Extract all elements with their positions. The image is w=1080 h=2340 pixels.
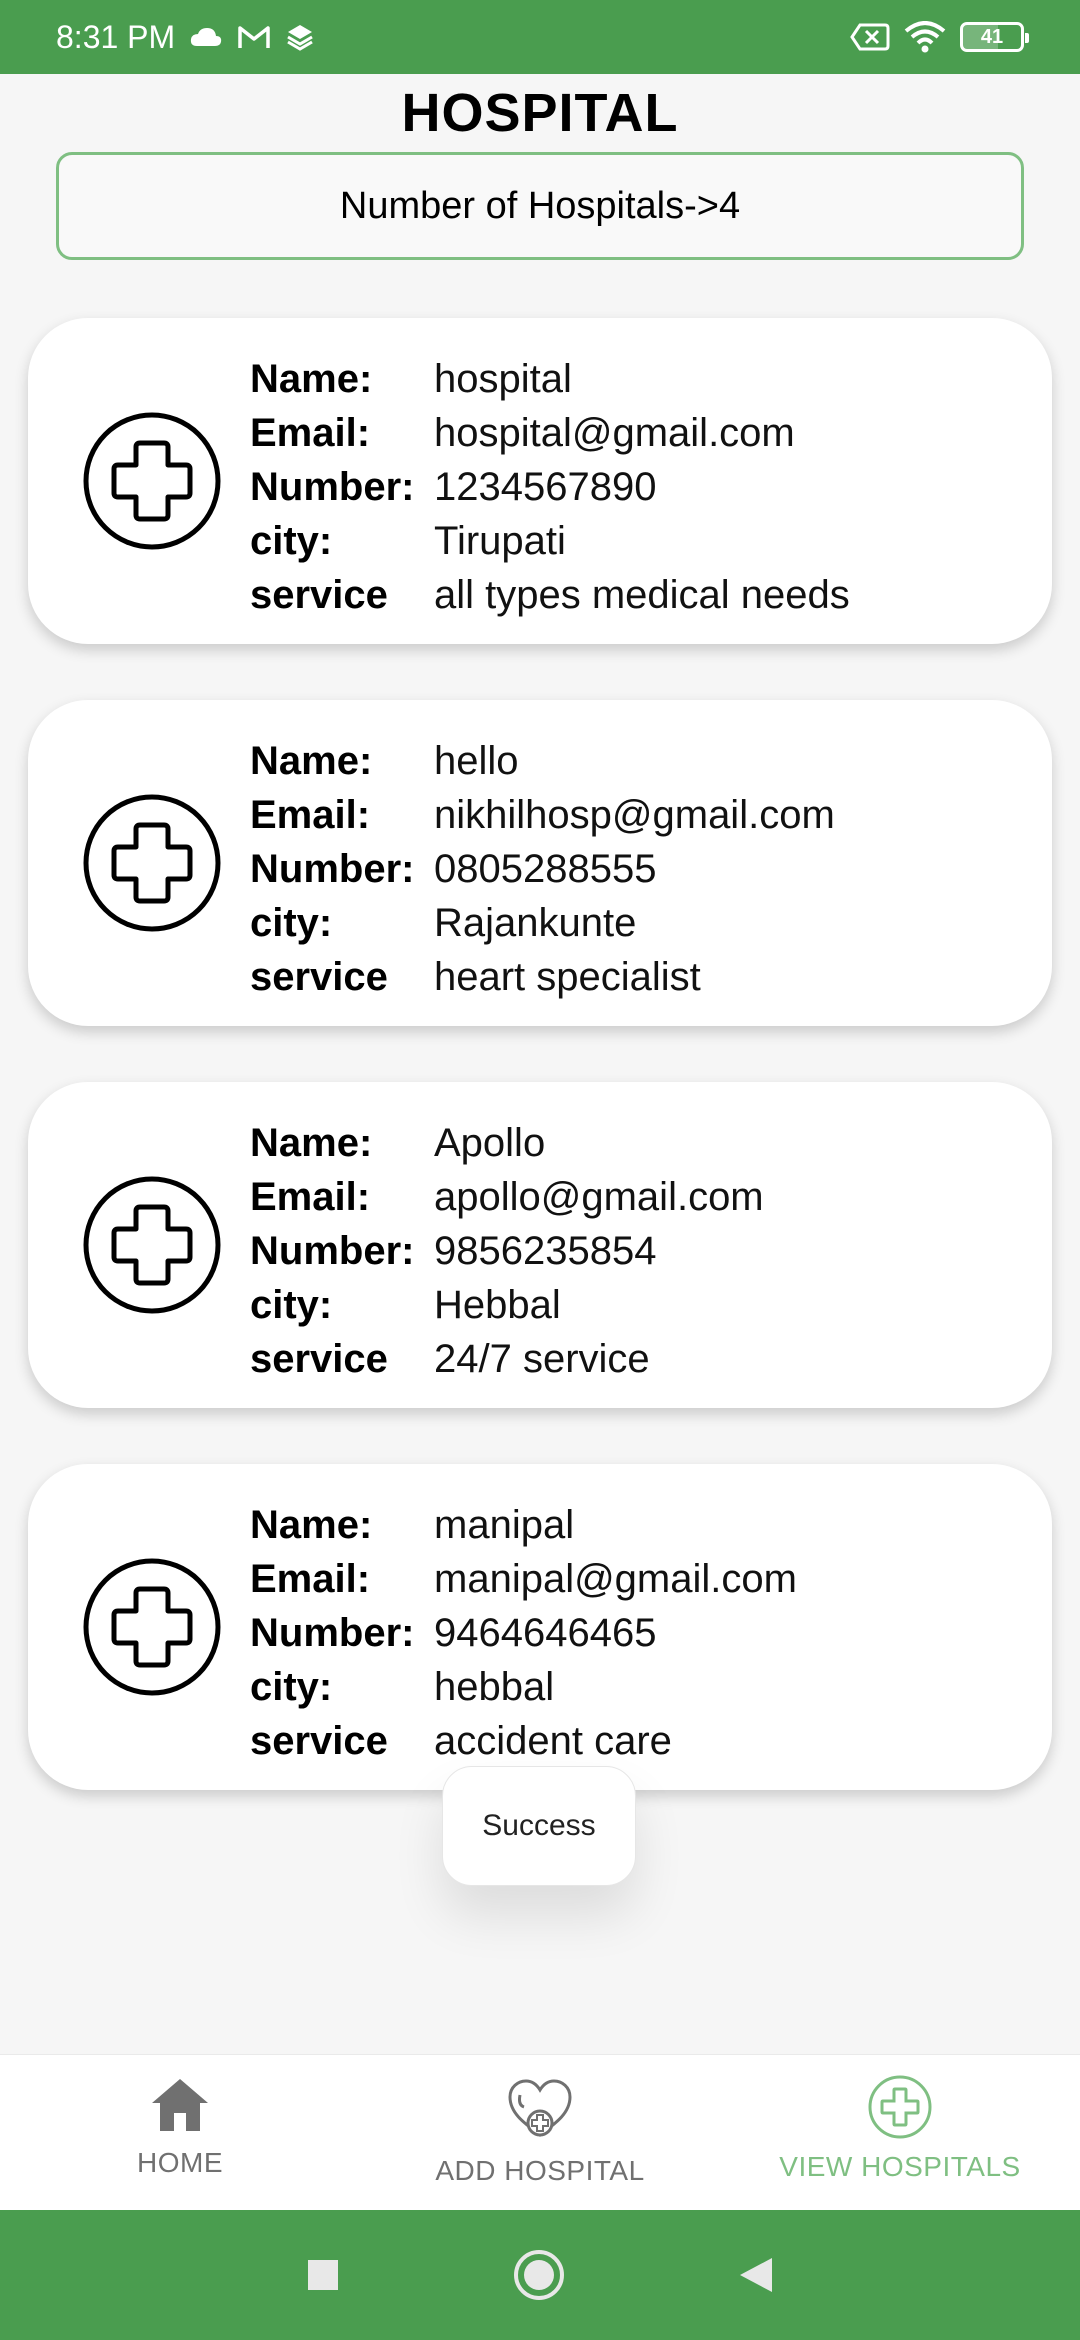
hospital-fields: Name: hello Email: nikhilhosp@gmail.com … xyxy=(250,734,835,1004)
nav-home[interactable]: HOME xyxy=(0,2055,360,2210)
hospital-count-text: Number of Hospitals->4 xyxy=(339,184,741,227)
hospital-fields: Name: manipal Email: manipal@gmail.com N… xyxy=(250,1498,797,1768)
status-bar-right: 41 xyxy=(850,21,1029,53)
service-value: 24/7 service xyxy=(434,1337,650,1381)
battery-icon: 41 xyxy=(960,22,1029,52)
status-bar: 8:31 PM 41 xyxy=(0,0,1080,74)
page-title: HOSPITAL xyxy=(401,83,679,143)
name-label: Name: xyxy=(250,739,373,783)
name-label: Name: xyxy=(250,357,373,401)
city-value: Rajankunte xyxy=(434,901,637,945)
gmail-icon xyxy=(237,24,271,50)
hospital-card[interactable]: Name: manipal Email: manipal@gmail.com N… xyxy=(28,1464,1052,1790)
nav-view-hospitals[interactable]: VIEW HOSPITALS xyxy=(720,2055,1080,2210)
number-label: Number: xyxy=(250,1229,415,1273)
heart-plus-icon xyxy=(508,2079,572,2137)
email-label: Email: xyxy=(250,411,371,455)
recents-button[interactable] xyxy=(306,2258,340,2292)
back-triangle-icon xyxy=(740,2258,772,2292)
name-value: hospital xyxy=(434,357,572,401)
home-system-button[interactable] xyxy=(512,2248,566,2302)
service-label: service xyxy=(250,1719,388,1763)
hospital-card[interactable]: Name: hello Email: nikhilhosp@gmail.com … xyxy=(28,700,1052,1026)
email-value: nikhilhosp@gmail.com xyxy=(434,793,835,837)
toast-message: Success xyxy=(482,1809,596,1842)
hospital-fields: Name: Apollo Email: apollo@gmail.com Num… xyxy=(250,1116,764,1386)
nav-add-hospital-label: ADD HOSPITAL xyxy=(435,2155,645,2186)
city-value: Tirupati xyxy=(434,519,566,563)
home-icon xyxy=(152,2079,208,2131)
medical-cross-icon xyxy=(83,1176,221,1314)
wifi-icon xyxy=(904,21,946,53)
square-icon xyxy=(308,2260,338,2290)
city-label: city: xyxy=(250,1283,333,1327)
hospital-count-box: Number of Hospitals->4 xyxy=(56,152,1024,260)
number-label: Number: xyxy=(250,465,415,509)
email-value: manipal@gmail.com xyxy=(434,1557,797,1601)
medical-cross-icon xyxy=(83,1558,221,1696)
hospital-fields: Name: hospital Email: hospital@gmail.com… xyxy=(250,352,850,622)
name-label: Name: xyxy=(250,1121,373,1165)
layers-icon xyxy=(285,22,315,52)
hospital-card[interactable]: Name: hospital Email: hospital@gmail.com… xyxy=(28,318,1052,644)
number-value: 1234567890 xyxy=(434,465,657,509)
nav-view-hospitals-label: VIEW HOSPITALS xyxy=(779,2151,1021,2182)
medical-cross-icon xyxy=(83,412,221,550)
sim-off-icon xyxy=(850,22,890,52)
service-value: heart specialist xyxy=(434,955,701,999)
nav-add-hospital[interactable]: ADD HOSPITAL xyxy=(360,2055,720,2210)
email-label: Email: xyxy=(250,793,371,837)
service-value: all types medical needs xyxy=(434,573,850,617)
name-value: Apollo xyxy=(434,1121,546,1165)
name-value: manipal xyxy=(434,1503,575,1547)
email-value: hospital@gmail.com xyxy=(434,411,795,455)
hospital-card[interactable]: Name: Apollo Email: apollo@gmail.com Num… xyxy=(28,1082,1052,1408)
back-button[interactable] xyxy=(738,2256,774,2294)
circle-plus-icon xyxy=(868,2075,932,2139)
medical-cross-icon xyxy=(83,794,221,932)
service-label: service xyxy=(250,1337,388,1381)
city-label: city: xyxy=(250,901,333,945)
number-value: 9856235854 xyxy=(434,1229,657,1273)
system-navigation-bar xyxy=(0,2210,1080,2340)
nav-home-label: HOME xyxy=(137,2147,223,2178)
battery-level: 41 xyxy=(980,25,1004,48)
cloud-icon xyxy=(189,26,223,48)
number-label: Number: xyxy=(250,1611,415,1655)
number-value: 0805288555 xyxy=(434,847,657,891)
email-value: apollo@gmail.com xyxy=(434,1175,764,1219)
service-label: service xyxy=(250,955,388,999)
email-label: Email: xyxy=(250,1175,371,1219)
number-label: Number: xyxy=(250,847,415,891)
service-value: accident care xyxy=(434,1719,672,1763)
name-label: Name: xyxy=(250,1503,373,1547)
city-value: Hebbal xyxy=(434,1283,561,1327)
city-value: hebbal xyxy=(434,1665,555,1709)
city-label: city: xyxy=(250,519,333,563)
number-value: 9464646465 xyxy=(434,1611,657,1655)
email-label: Email: xyxy=(250,1557,371,1601)
circle-icon xyxy=(514,2250,564,2300)
status-time: 8:31 PM xyxy=(56,18,176,55)
bottom-navigation: HOME ADD HOSPITAL VIEW HOSPITALS xyxy=(0,2054,1080,2210)
name-value: hello xyxy=(434,739,519,783)
service-label: service xyxy=(250,573,388,617)
city-label: city: xyxy=(250,1665,333,1709)
success-toast: Success xyxy=(442,1766,636,1886)
status-bar-left: 8:31 PM xyxy=(56,19,315,56)
